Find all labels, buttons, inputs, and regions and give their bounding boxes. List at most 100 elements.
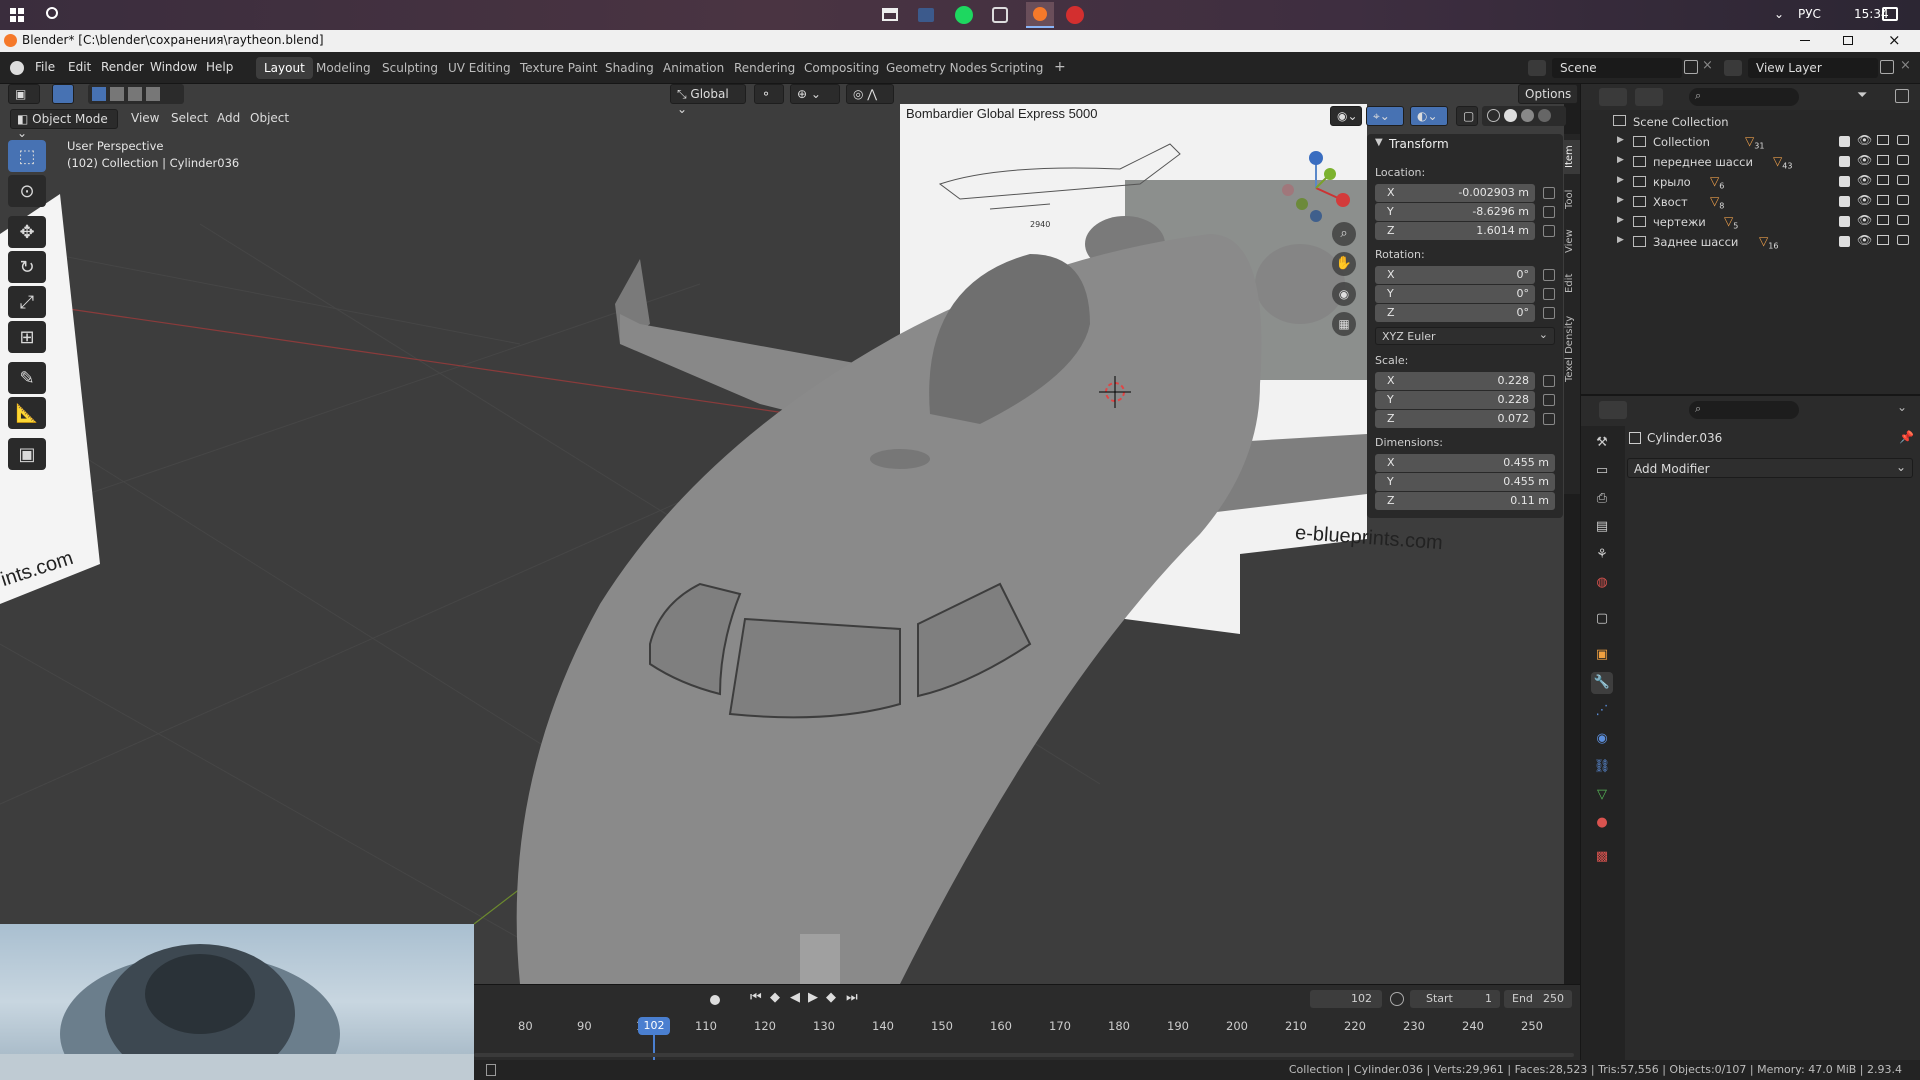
tray-chevron-icon[interactable]: ⌄ bbox=[1774, 7, 1784, 21]
checkbox-icon[interactable] bbox=[1839, 236, 1850, 247]
selection-mode-group[interactable] bbox=[88, 84, 184, 104]
tab-layout[interactable]: Layout bbox=[256, 57, 313, 79]
new-collection-icon[interactable] bbox=[1895, 89, 1909, 103]
tool-properties-icon[interactable]: ⚒ bbox=[1591, 432, 1613, 454]
checkbox-icon[interactable] bbox=[1839, 216, 1850, 227]
end-frame-field[interactable]: End 250 bbox=[1504, 990, 1572, 1008]
app-icon-1[interactable] bbox=[918, 8, 934, 22]
checkbox-icon[interactable] bbox=[1839, 176, 1850, 187]
outliner-row[interactable]: ▶ Заднее шасси ▽16 👁 bbox=[1581, 232, 1920, 252]
transform-tool[interactable]: ⊞ bbox=[8, 321, 46, 353]
navigation-gizmo[interactable] bbox=[1268, 138, 1358, 228]
clock-icon[interactable] bbox=[1390, 992, 1404, 1006]
camera-icon[interactable] bbox=[1897, 195, 1909, 205]
scene-collection-row[interactable]: Scene Collection bbox=[1581, 112, 1920, 132]
editor-type-button[interactable]: ▣ bbox=[8, 84, 40, 104]
blender-taskbar-icon[interactable] bbox=[1026, 2, 1054, 28]
location-x-field[interactable]: X -0.002903 m bbox=[1375, 184, 1535, 202]
move-tool[interactable]: ✥ bbox=[8, 216, 46, 248]
expand-arrow-icon[interactable]: ▶ bbox=[1617, 235, 1624, 245]
transform-panel-title[interactable]: Transform bbox=[1389, 137, 1449, 151]
eye-icon[interactable]: 👁 bbox=[1857, 153, 1872, 167]
dimensions-z-field[interactable]: Z 0.11 m bbox=[1375, 492, 1555, 510]
tab-compositing[interactable]: Compositing bbox=[796, 57, 887, 79]
lock-icon[interactable] bbox=[1543, 206, 1555, 218]
outliner-row[interactable]: ▶ чертежи ▽5 👁 bbox=[1581, 212, 1920, 232]
viewport-menu-object[interactable]: Object bbox=[250, 111, 289, 125]
menu-help[interactable]: Help bbox=[206, 60, 233, 74]
lock-icon[interactable] bbox=[1543, 375, 1555, 387]
lock-icon[interactable] bbox=[1543, 187, 1555, 199]
windows-start-icon[interactable] bbox=[10, 8, 24, 22]
eye-icon[interactable]: 👁 bbox=[1857, 173, 1872, 187]
menu-render[interactable]: Render bbox=[101, 60, 144, 74]
snap-toggle[interactable]: ⊕ ⌄ bbox=[790, 84, 840, 104]
scene-name-field[interactable]: Scene bbox=[1552, 58, 1682, 78]
add-workspace-button[interactable]: + bbox=[1046, 55, 1074, 77]
output-properties-icon[interactable]: ⎙ bbox=[1591, 488, 1613, 510]
visibility-dropdown[interactable]: ◉⌄ bbox=[1330, 106, 1362, 126]
camera-icon[interactable] bbox=[1897, 175, 1909, 185]
eye-icon[interactable]: 👁 bbox=[1857, 213, 1872, 227]
view-layer-field[interactable]: View Layer bbox=[1748, 58, 1878, 78]
tab-shading[interactable]: Shading bbox=[597, 57, 662, 79]
location-y-field[interactable]: Y -8.6296 m bbox=[1375, 203, 1535, 221]
search-icon[interactable] bbox=[46, 7, 58, 19]
physics-properties-icon[interactable]: ◉ bbox=[1591, 728, 1613, 750]
monitor-icon[interactable] bbox=[1877, 155, 1889, 165]
jump-end-icon[interactable]: ⏭ bbox=[846, 990, 858, 1005]
next-keyframe-icon[interactable]: ◆ bbox=[826, 990, 836, 1005]
menu-file[interactable]: File bbox=[35, 60, 55, 74]
eye-icon[interactable]: 👁 bbox=[1857, 133, 1872, 147]
expand-arrow-icon[interactable]: ▶ bbox=[1617, 175, 1624, 185]
modifier-properties-icon[interactable]: 🔧 bbox=[1591, 672, 1613, 694]
select-box-tool[interactable]: ⬚ bbox=[8, 140, 46, 172]
tab-texture-paint[interactable]: Texture Paint bbox=[512, 57, 605, 79]
editor-type-icon[interactable] bbox=[1599, 88, 1627, 106]
overlays-toggle[interactable]: ◐⌄ bbox=[1410, 106, 1448, 126]
checkbox-icon[interactable] bbox=[1839, 196, 1850, 207]
particles-properties-icon[interactable]: ⋰ bbox=[1591, 700, 1613, 722]
ortho-toggle-icon[interactable]: ▦ bbox=[1332, 312, 1356, 336]
scale-z-field[interactable]: Z 0.072 bbox=[1375, 410, 1535, 428]
timeline-scrollbar[interactable] bbox=[474, 1053, 1574, 1057]
close-icon[interactable]: × bbox=[1888, 31, 1901, 49]
scale-tool[interactable]: ⤢ bbox=[8, 286, 46, 318]
tab-view[interactable]: View bbox=[1564, 224, 1580, 258]
outliner-row[interactable]: ▶ крыло ▽6 👁 bbox=[1581, 172, 1920, 192]
object-mode-dropdown[interactable]: ◧ Object Mode ⌄ bbox=[10, 109, 118, 140]
tab-scripting[interactable]: Scripting bbox=[982, 57, 1051, 79]
collapse-arrow-icon[interactable]: ▼ bbox=[1375, 137, 1383, 148]
restore-icon[interactable] bbox=[1843, 36, 1853, 45]
tab-uv-editing[interactable]: UV Editing bbox=[440, 57, 519, 79]
tab-edit[interactable]: Edit bbox=[1564, 266, 1580, 300]
properties-search-input[interactable]: ⌕ bbox=[1689, 401, 1799, 419]
store-icon[interactable] bbox=[882, 8, 898, 21]
eye-icon[interactable]: 👁 bbox=[1857, 233, 1872, 247]
expand-arrow-icon[interactable]: ▶ bbox=[1617, 135, 1624, 145]
transform-orientation-dropdown[interactable]: ⤡ Global ⌄ bbox=[670, 84, 746, 116]
monitor-icon[interactable] bbox=[1877, 215, 1889, 225]
tab-item[interactable]: Item bbox=[1564, 140, 1580, 174]
cursor-tool[interactable]: ⊙ bbox=[8, 175, 46, 207]
expand-arrow-icon[interactable]: ▶ bbox=[1617, 215, 1624, 225]
location-z-field[interactable]: Z 1.6014 m bbox=[1375, 222, 1535, 240]
lock-icon[interactable] bbox=[1543, 413, 1555, 425]
camera-icon[interactable] bbox=[1897, 235, 1909, 245]
select-tool-mode-icon[interactable] bbox=[52, 84, 74, 104]
tab-geometry-nodes[interactable]: Geometry Nodes bbox=[878, 57, 995, 79]
lock-icon[interactable] bbox=[1543, 307, 1555, 319]
editor-type-icon[interactable] bbox=[1599, 401, 1627, 419]
pivot-point-dropdown[interactable]: ⚬ bbox=[754, 84, 784, 104]
texture-properties-icon[interactable]: ▩ bbox=[1591, 846, 1613, 868]
frame-ruler[interactable]: 8090111012013014015016017018019020021022… bbox=[474, 1013, 1580, 1063]
rotation-z-field[interactable]: Z 0° bbox=[1375, 304, 1535, 322]
monitor-icon[interactable] bbox=[1877, 235, 1889, 245]
menu-window[interactable]: Window bbox=[150, 60, 197, 74]
delete-scene-icon[interactable]: × bbox=[1702, 58, 1713, 73]
expand-arrow-icon[interactable]: ▶ bbox=[1617, 155, 1624, 165]
tab-rendering[interactable]: Rendering bbox=[726, 57, 803, 79]
camera-icon[interactable] bbox=[1897, 135, 1909, 145]
lock-icon[interactable] bbox=[1543, 288, 1555, 300]
camera-view-icon[interactable]: ◉ bbox=[1332, 282, 1356, 306]
